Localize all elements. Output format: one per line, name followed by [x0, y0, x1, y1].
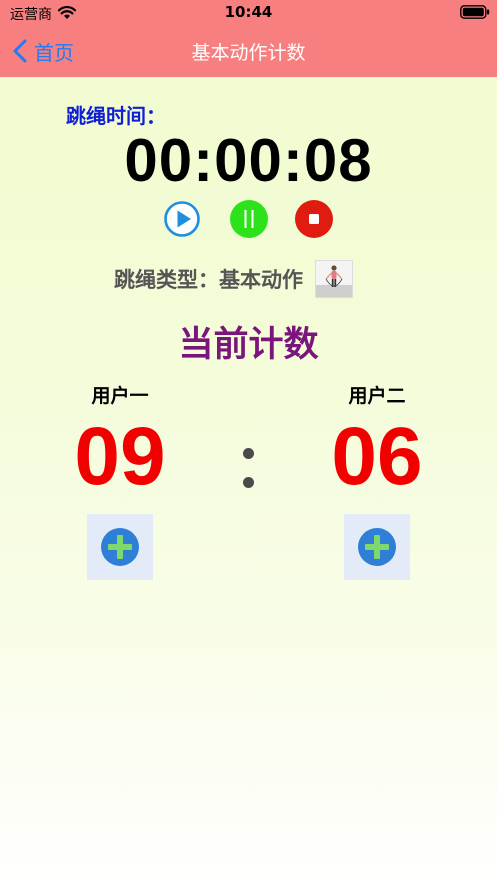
user-two-label: 用户二	[348, 385, 406, 407]
stop-icon	[295, 200, 333, 238]
plus-circle-icon	[358, 528, 396, 566]
user-one-add-button[interactable]	[87, 514, 153, 580]
pause-icon	[230, 200, 268, 238]
play-button[interactable]	[163, 200, 201, 238]
user-two-add-button[interactable]	[344, 514, 410, 580]
status-time: 10:44	[224, 3, 273, 21]
score-separator-dot-bottom	[243, 477, 254, 488]
stop-button[interactable]	[295, 200, 333, 238]
user-one-score: 09	[74, 411, 166, 502]
user-one-label: 用户一	[91, 385, 149, 407]
page-title: 基本动作计数	[191, 42, 306, 64]
pause-button[interactable]	[230, 200, 268, 238]
current-count-title: 当前计数	[178, 325, 319, 365]
battery-icon	[460, 5, 490, 19]
jump-type-text: 跳绳类型：基本动作	[114, 268, 303, 292]
jump-type-row: 跳绳类型：基本动作	[114, 260, 353, 298]
play-icon	[164, 201, 200, 237]
jump-rope-person-icon	[315, 260, 353, 298]
plus-circle-icon	[101, 528, 139, 566]
navigation-bar: 运营商 10:44 首页 基本动作计数	[0, 0, 497, 77]
timer-label: 跳绳时间：	[66, 104, 166, 128]
timer-value: 00:00:08	[124, 127, 373, 194]
score-separator-dot-top	[243, 448, 254, 459]
user-two-score: 06	[331, 411, 423, 502]
